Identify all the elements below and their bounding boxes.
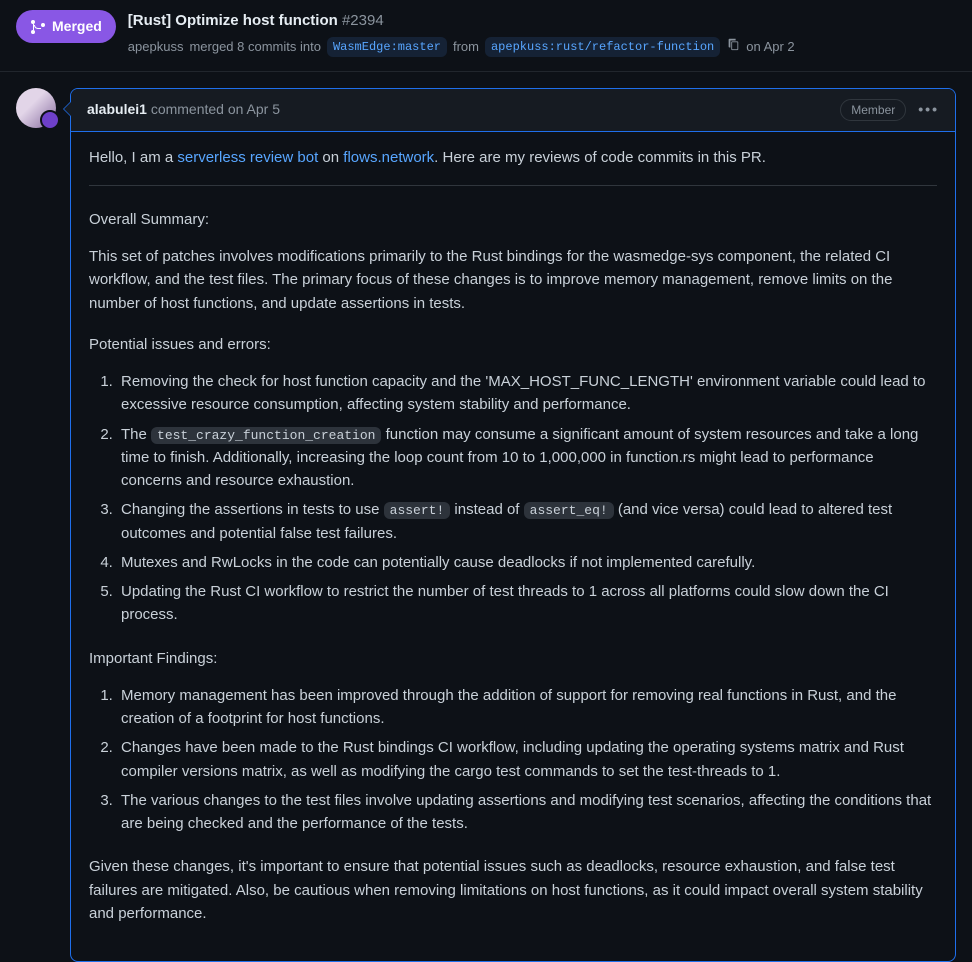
- inline-code: assert_eq!: [524, 502, 614, 519]
- pr-title: [Rust] Optimize host function #2394: [128, 10, 795, 33]
- merged-label: Merged: [52, 16, 102, 37]
- pr-header: Merged [Rust] Optimize host function #23…: [0, 0, 972, 72]
- merged-badge: Merged: [16, 10, 116, 43]
- issues-list: Removing the check for host function cap…: [89, 370, 937, 627]
- list-item: Memory management has been improved thro…: [117, 684, 937, 731]
- inline-code: assert!: [384, 502, 451, 519]
- head-branch[interactable]: apepkuss:rust/refactor-function: [485, 37, 720, 57]
- git-merge-icon: [30, 19, 46, 35]
- comment-date[interactable]: on Apr 5: [228, 101, 280, 117]
- comment-body: Hello, I am a serverless review bot on f…: [71, 132, 955, 962]
- list-item: Changes have been made to the Rust bindi…: [117, 736, 937, 783]
- list-item: Removing the check for host function cap…: [117, 370, 937, 417]
- summary-text: This set of patches involves modificatio…: [89, 245, 937, 315]
- issues-heading: Potential issues and errors:: [89, 333, 937, 356]
- kebab-menu-icon[interactable]: •••: [918, 99, 939, 120]
- pr-merge-meta: apepkuss merged 8 commits into WasmEdge:…: [128, 37, 795, 57]
- link-flows-network[interactable]: flows.network: [343, 149, 434, 166]
- inline-code: test_crazy_function_creation: [151, 427, 381, 444]
- comment-caret-icon: [63, 101, 71, 117]
- list-item: The various changes to the test files in…: [117, 789, 937, 836]
- copy-icon[interactable]: [726, 37, 740, 57]
- pr-author[interactable]: apepkuss: [128, 37, 184, 57]
- comment-container: alabulei1 commented on Apr 5 Member ••• …: [70, 88, 956, 962]
- avatar[interactable]: [16, 88, 56, 128]
- findings-list: Memory management has been improved thro…: [89, 684, 937, 836]
- list-item: Changing the assertions in tests to use …: [117, 498, 937, 545]
- closing-text: Given these changes, it's important to e…: [89, 855, 937, 925]
- list-item: Mutexes and RwLocks in the code can pote…: [117, 551, 937, 574]
- pr-number: #2394: [342, 12, 384, 29]
- base-branch[interactable]: WasmEdge:master: [327, 37, 447, 57]
- member-badge: Member: [840, 99, 906, 121]
- comment-author[interactable]: alabulei1: [87, 101, 147, 117]
- list-item: The test_crazy_function_creation functio…: [117, 423, 937, 493]
- findings-heading: Important Findings:: [89, 647, 937, 670]
- list-item: Updating the Rust CI workflow to restric…: [117, 580, 937, 627]
- divider: [89, 185, 937, 186]
- link-review-bot[interactable]: serverless review bot: [177, 149, 318, 166]
- merge-date: on Apr 2: [746, 37, 794, 57]
- comment-header: alabulei1 commented on Apr 5 Member •••: [71, 89, 955, 132]
- summary-heading: Overall Summary:: [89, 208, 937, 231]
